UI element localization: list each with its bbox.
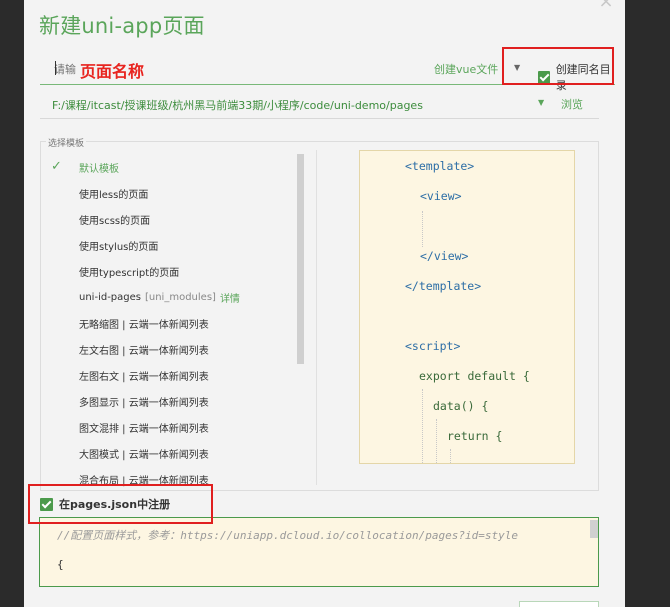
template-item-label: 使用less的页面: [79, 189, 149, 201]
template-item-label: 使用typescript的页面: [79, 267, 180, 279]
template-item-label: 多图显示 | 云端一体新闻列表: [79, 397, 209, 409]
register-pages-json-label: 在pages.json中注册: [59, 498, 171, 511]
template-item[interactable]: 使用typescript的页面: [41, 258, 306, 284]
template-item[interactable]: 使用scss的页面: [41, 206, 306, 232]
panel-divider: [316, 150, 317, 485]
template-item-sub: [uni_modules]: [144, 291, 216, 303]
indent-guide: [422, 211, 423, 247]
style-brace: {: [57, 558, 64, 571]
template-item-label: 大图模式 | 云端一体新闻列表: [79, 449, 209, 461]
browse-button[interactable]: 浏览: [561, 96, 583, 112]
text-caret: [55, 61, 56, 75]
template-item-label: 无略缩图 | 云端一体新闻列表: [79, 319, 209, 331]
code-line: <view>: [420, 189, 462, 203]
create-button[interactable]: [519, 601, 599, 607]
code-line: </template>: [405, 279, 482, 293]
template-group: ✓ 默认模板 使用less的页面 使用scss的页面 使用stylus的页面 使…: [40, 141, 599, 491]
template-item[interactable]: 左文右图 | 云端一体新闻列表: [41, 336, 306, 362]
register-pages-json-checkbox[interactable]: 在pages.json中注册: [40, 496, 170, 512]
dropdown-arrow-icon[interactable]: ▼: [514, 63, 520, 72]
template-item[interactable]: 混合布局 | 云端一体新闻列表: [41, 466, 306, 492]
same-dir-checkbox[interactable]: 创建同名目录: [538, 61, 615, 93]
code-line: return {: [447, 429, 503, 443]
template-item[interactable]: 使用less的页面: [41, 180, 306, 206]
template-item[interactable]: 左图右文 | 云端一体新闻列表: [41, 362, 306, 388]
template-item-label: 使用scss的页面: [79, 215, 151, 227]
indent-guide: [436, 419, 437, 463]
path-select[interactable]: F:/课程/itcast/授课班级/杭州黑马前端33期/小程序/code/uni…: [52, 97, 423, 113]
code-line: data() {: [433, 399, 489, 413]
page-name-row: 页面名称 创建vue文件 ▼ 创建同名目录: [40, 53, 615, 92]
template-item-label: 默认模板: [79, 163, 119, 175]
path-row: F:/课程/itcast/授课班级/杭州黑马前端33期/小程序/code/uni…: [40, 91, 599, 119]
template-item[interactable]: 使用stylus的页面: [41, 232, 306, 258]
template-item-label: uni-id-pages: [79, 291, 141, 303]
code-line: <script>: [405, 339, 461, 353]
template-item[interactable]: 图文混排 | 云端一体新闻列表: [41, 414, 306, 440]
code-line: export default {: [419, 369, 530, 383]
template-scrollbar-thumb[interactable]: [297, 154, 304, 364]
new-page-dialog: × 新建uni-app页面 页面名称 创建vue文件 ▼ 创建同名目录 F:/课…: [24, 0, 625, 607]
indent-guide: [450, 449, 451, 463]
template-item[interactable]: 无略缩图 | 云端一体新闻列表: [41, 310, 306, 336]
page-name-input[interactable]: [54, 58, 354, 80]
code-line: </view>: [420, 249, 469, 263]
details-link[interactable]: 详情: [220, 290, 240, 305]
code-line: <template>: [405, 159, 475, 173]
template-preview: <template> <view> </view> </template> <s…: [359, 150, 575, 464]
template-item-default[interactable]: ✓ 默认模板: [41, 154, 306, 180]
style-comment: //配置页面样式，参考：https://uniapp.dcloud.io/col…: [57, 529, 518, 542]
template-item[interactable]: 多图显示 | 云端一体新闻列表: [41, 388, 306, 414]
template-item-uni-id-pages[interactable]: uni-id-pages [uni_modules] 详情: [41, 284, 306, 310]
same-dir-label: 创建同名目录: [555, 63, 611, 92]
vue-file-select[interactable]: 创建vue文件: [434, 61, 498, 77]
template-item-label: 混合布局 | 云端一体新闻列表: [79, 475, 209, 487]
template-group-legend: 选择模板: [46, 136, 87, 149]
template-list: ✓ 默认模板 使用less的页面 使用scss的页面 使用stylus的页面 使…: [41, 154, 306, 492]
checkbox-checked-icon[interactable]: [40, 497, 53, 511]
template-item-label: 使用stylus的页面: [79, 241, 159, 253]
template-item-label: 左图右文 | 云端一体新闻列表: [79, 371, 209, 383]
checkbox-checked-icon[interactable]: [538, 70, 550, 84]
style-scrollbar-thumb[interactable]: [590, 520, 598, 538]
check-icon: ✓: [51, 159, 62, 174]
template-item[interactable]: 大图模式 | 云端一体新闻列表: [41, 440, 306, 466]
template-item-label: 左文右图 | 云端一体新闻列表: [79, 345, 209, 357]
template-item-label: 图文混排 | 云端一体新闻列表: [79, 423, 209, 435]
close-icon[interactable]: ×: [596, 0, 616, 12]
page-style-editor[interactable]: //配置页面样式，参考：https://uniapp.dcloud.io/col…: [39, 517, 599, 587]
dropdown-arrow-icon[interactable]: ▼: [538, 98, 544, 107]
indent-guide: [422, 389, 423, 463]
dialog-title: 新建uni-app页面: [39, 14, 205, 38]
